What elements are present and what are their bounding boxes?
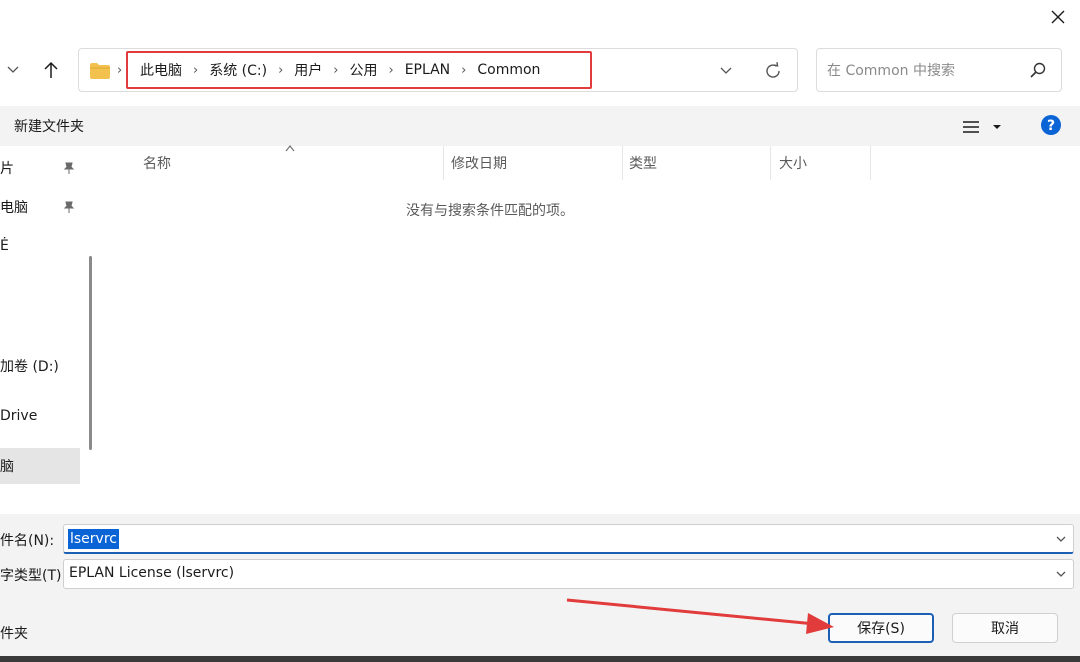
save-form: 件名(N): lservrc 字类型(T): EPLAN License (ls… bbox=[0, 514, 1080, 662]
filename-value[interactable]: lservrc bbox=[68, 529, 119, 549]
filetype-select[interactable]: EPLAN License (lservrc) bbox=[63, 559, 1074, 589]
breadcrumb-item[interactable]: Common bbox=[477, 62, 540, 78]
up-button[interactable] bbox=[38, 58, 64, 82]
save-button[interactable]: 保存(S) bbox=[828, 613, 934, 643]
list-view-icon bbox=[963, 121, 979, 133]
filename-field[interactable]: lservrc bbox=[63, 524, 1074, 554]
column-divider[interactable] bbox=[770, 146, 771, 180]
navigation-pane: 片 电脑 Ė 加卷 (D:) Drive 脑 bbox=[0, 146, 98, 514]
breadcrumb-item[interactable]: 公用 bbox=[349, 60, 377, 80]
column-header-label: 类型 bbox=[629, 156, 657, 172]
address-bar[interactable]: › 此电脑 › 系统 (C:) › 用户 › 公用 › EPLAN › Comm… bbox=[78, 48, 798, 92]
help-button[interactable]: ? bbox=[1040, 114, 1062, 136]
breadcrumb-chevron-icon[interactable]: › bbox=[333, 63, 338, 78]
pin-icon bbox=[63, 162, 75, 174]
sidebar-item-label: 加卷 (D:) bbox=[0, 359, 59, 375]
breadcrumb-item[interactable]: 系统 (C:) bbox=[209, 60, 267, 80]
breadcrumb-chevron-icon[interactable]: › bbox=[193, 63, 198, 78]
chevron-down-icon bbox=[720, 67, 732, 74]
search-box[interactable] bbox=[816, 48, 1062, 92]
breadcrumb-chevron-icon[interactable]: › bbox=[388, 63, 393, 78]
search-input[interactable] bbox=[827, 60, 1017, 82]
breadcrumb-root-chevron[interactable]: › bbox=[117, 63, 122, 78]
command-bar: 新建文件夹 ? bbox=[0, 106, 1080, 146]
navigation-scrollbar[interactable] bbox=[89, 256, 92, 450]
column-header-size[interactable]: 大小 bbox=[779, 146, 869, 180]
breadcrumb-item[interactable]: 此电脑 bbox=[140, 60, 182, 80]
hide-folders-toggle[interactable]: 件夹 bbox=[0, 623, 28, 643]
sidebar-item-computer[interactable]: 脑 bbox=[0, 448, 80, 484]
column-header-modified[interactable]: 修改日期 bbox=[451, 146, 621, 180]
chevron-down-icon bbox=[1056, 571, 1066, 577]
search-icon[interactable] bbox=[1029, 61, 1047, 79]
breadcrumb-item[interactable]: EPLAN bbox=[405, 62, 450, 78]
view-options-button[interactable] bbox=[962, 116, 1010, 138]
new-folder-button[interactable]: 新建文件夹 bbox=[14, 116, 84, 136]
refresh-button[interactable] bbox=[763, 61, 785, 83]
sidebar-item-label: 片 bbox=[0, 161, 14, 177]
column-header-label: 大小 bbox=[779, 156, 807, 172]
sidebar-item-label: 脑 bbox=[0, 459, 14, 475]
sidebar-item-drive-d[interactable]: 加卷 (D:) bbox=[0, 350, 80, 382]
column-divider[interactable] bbox=[622, 146, 623, 180]
folder-icon bbox=[90, 63, 110, 79]
address-row: › 此电脑 › 系统 (C:) › 用户 › 公用 › EPLAN › Comm… bbox=[0, 40, 1080, 102]
breadcrumb-item[interactable]: 用户 bbox=[294, 60, 322, 80]
column-header-name[interactable]: 名称 bbox=[143, 146, 443, 180]
column-header-type[interactable]: 类型 bbox=[629, 146, 769, 180]
refresh-icon bbox=[766, 62, 780, 78]
title-bar bbox=[0, 0, 1080, 36]
arrow-up-icon bbox=[44, 61, 58, 78]
sidebar-item-onedrive[interactable]: Drive bbox=[0, 400, 80, 432]
svg-text:?: ? bbox=[1047, 118, 1055, 134]
column-header-label: 修改日期 bbox=[451, 156, 507, 172]
taskbar-edge bbox=[0, 656, 1080, 662]
sidebar-item-this-pc[interactable]: 电脑 bbox=[0, 191, 80, 223]
pin-icon bbox=[63, 201, 75, 213]
sidebar-item-label: Drive bbox=[0, 408, 38, 424]
breadcrumb-chevron-icon[interactable]: › bbox=[278, 63, 283, 78]
filetype-label: 字类型(T): bbox=[0, 568, 67, 584]
help-icon: ? bbox=[1041, 115, 1061, 135]
sidebar-item-pictures[interactable]: 片 bbox=[0, 152, 80, 184]
address-history-dropdown[interactable] bbox=[719, 63, 737, 79]
column-header-label: 名称 bbox=[143, 156, 171, 172]
column-divider[interactable] bbox=[870, 146, 871, 180]
column-divider[interactable] bbox=[443, 146, 444, 180]
file-list: 名称 修改日期 类型 大小 没有与搜索条件匹配的项。 bbox=[100, 144, 1080, 514]
cancel-button[interactable]: 取消 bbox=[952, 613, 1058, 643]
recent-locations-button[interactable] bbox=[6, 62, 22, 78]
breadcrumb: 此电脑 › 系统 (C:) › 用户 › 公用 › EPLAN › Common bbox=[126, 51, 592, 89]
filename-label: 件名(N): bbox=[0, 533, 55, 549]
chevron-down-icon[interactable] bbox=[1055, 534, 1067, 544]
breadcrumb-chevron-icon[interactable]: › bbox=[461, 63, 466, 78]
sidebar-item-label: 电脑 bbox=[0, 200, 28, 216]
sidebar-item-partial[interactable]: Ė bbox=[0, 230, 80, 262]
filetype-value: EPLAN License (lservrc) bbox=[69, 565, 235, 581]
sidebar-item-label: Ė bbox=[0, 238, 9, 254]
caret-down-icon bbox=[993, 125, 1001, 129]
empty-message: 没有与搜索条件匹配的项。 bbox=[406, 203, 574, 219]
chevron-down-icon bbox=[7, 66, 19, 73]
close-button[interactable] bbox=[1042, 2, 1074, 32]
close-icon bbox=[1051, 10, 1065, 24]
